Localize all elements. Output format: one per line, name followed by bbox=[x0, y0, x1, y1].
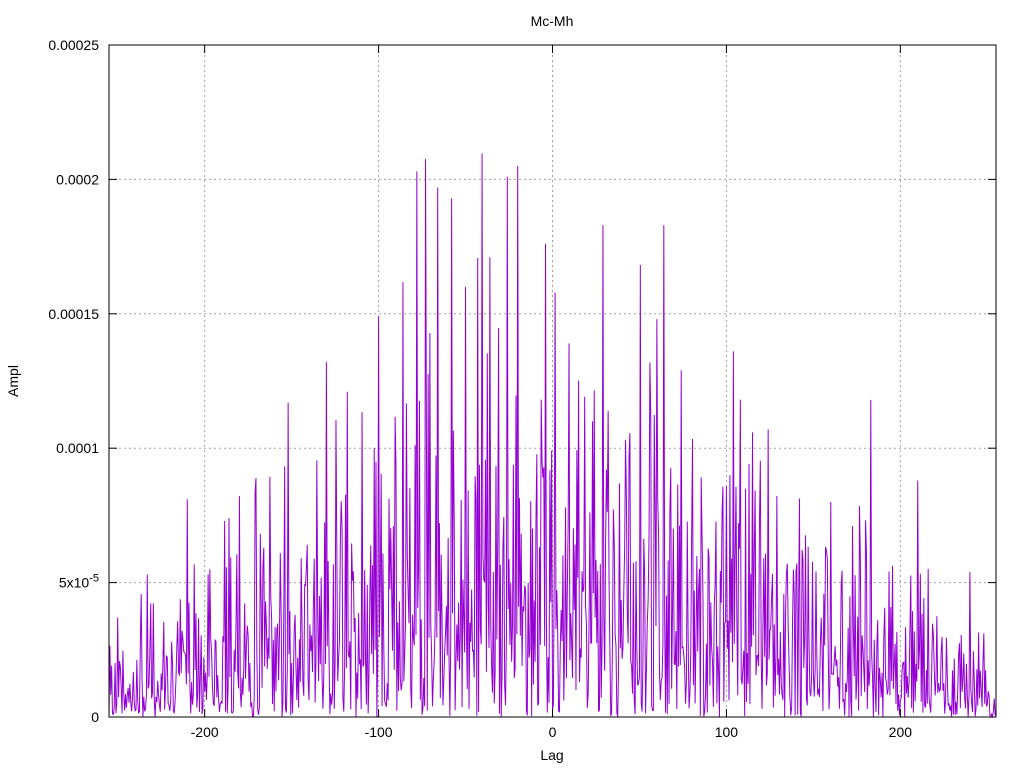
y-axis-label: Ampl bbox=[5, 365, 21, 397]
x-tick-label: -100 bbox=[365, 724, 393, 740]
y-tick-label: 0.0001 bbox=[56, 440, 99, 456]
x-tick-label: 100 bbox=[715, 724, 739, 740]
y-tick-label: 0.00025 bbox=[48, 37, 99, 53]
y-tick-label: 0.00015 bbox=[48, 306, 99, 322]
y-tick-label: 0 bbox=[91, 709, 99, 725]
x-tick-label: 200 bbox=[889, 724, 913, 740]
chart-title: Mc-Mh bbox=[531, 13, 574, 29]
x-tick-label: 0 bbox=[549, 724, 557, 740]
line-chart: -200 -100 0 100 200 05x10-50.00010.000150.00… bbox=[0, 0, 1024, 768]
x-tick-label: -200 bbox=[191, 724, 219, 740]
x-axis-label: Lag bbox=[540, 747, 563, 763]
y-tick-label: 0.0002 bbox=[56, 171, 99, 187]
